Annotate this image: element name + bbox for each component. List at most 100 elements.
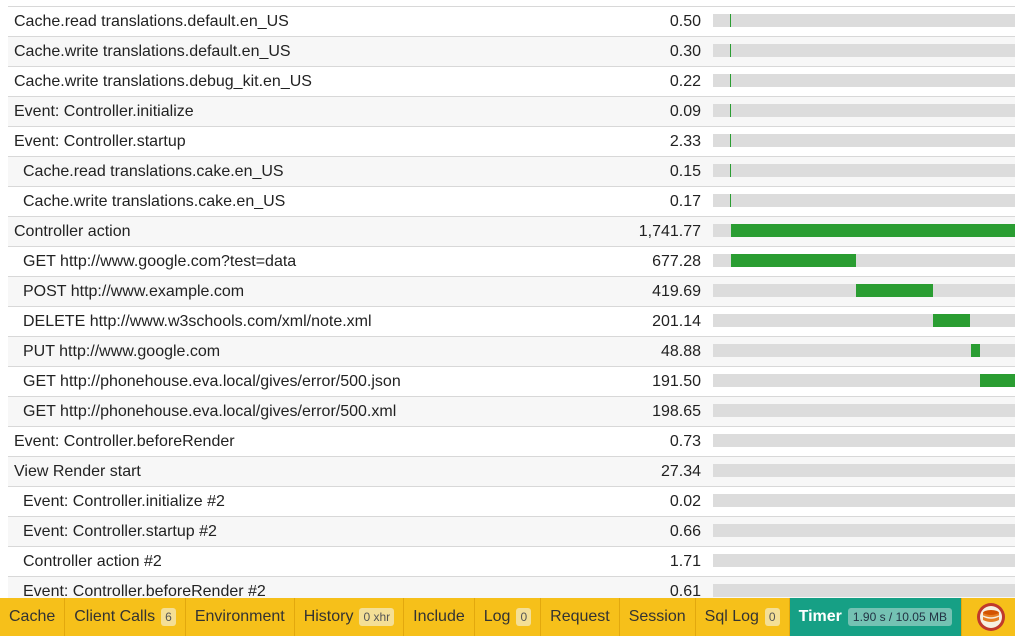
timeline-event-label: Controller action #2 — [23, 553, 162, 570]
timeline-bar — [980, 374, 1015, 387]
timer-timeline: Cache.read translations.default.en_US 0.5… — [8, 6, 1015, 606]
timeline-event-duration: 0.15 — [669, 163, 701, 180]
timeline-bar — [933, 314, 970, 327]
tab-request[interactable]: Request — [541, 598, 620, 636]
tab-label: Client Calls — [74, 608, 156, 625]
timeline-track — [713, 134, 1015, 147]
timeline-event-label: DELETE http://www.w3schools.com/xml/note… — [23, 313, 372, 330]
timeline-track — [713, 584, 1015, 597]
tab-badge: 0 — [516, 608, 532, 626]
timeline-event-duration: 419.69 — [652, 283, 701, 300]
tab-label: History — [303, 608, 354, 625]
timeline-row: Controller action 1,741.77 — [8, 216, 1015, 246]
timeline-row: Event: Controller.beforeRender 0.73 — [8, 426, 1015, 456]
timeline-track — [713, 314, 1015, 327]
timeline-event-duration: 0.22 — [669, 73, 701, 90]
timeline-event-duration: 2.33 — [669, 133, 701, 150]
timeline-track — [713, 554, 1015, 567]
timeline-bar — [730, 104, 731, 117]
timeline-row: Event: Controller.startup #2 0.66 — [8, 516, 1015, 546]
tab-label: Request — [550, 608, 610, 625]
timeline-bar — [971, 344, 980, 357]
timeline-event-duration: 48.88 — [660, 343, 701, 360]
timeline-event-duration: 0.50 — [669, 13, 701, 30]
tab-badge: 0 xhr — [359, 608, 395, 626]
tab-cache[interactable]: Cache — [0, 598, 66, 636]
tab-log[interactable]: Log 0 — [475, 598, 542, 636]
tab-label: Cache — [9, 608, 56, 625]
tab-environment[interactable]: Environment — [186, 598, 295, 636]
timeline-event-duration: 1.71 — [669, 553, 701, 570]
timeline-bar — [730, 14, 731, 27]
tab-client-calls[interactable]: Client Calls 6 — [65, 598, 186, 636]
tab-timer[interactable]: Timer 1.90 s / 10.05 MB — [789, 598, 962, 636]
timeline-event-duration: 0.09 — [669, 103, 701, 120]
timeline-row: DELETE http://www.w3schools.com/xml/note… — [8, 306, 1015, 336]
timeline-bar — [731, 224, 1015, 237]
timeline-track — [713, 374, 1015, 387]
timeline-event-duration: 1,741.77 — [638, 223, 701, 240]
timeline-bar — [731, 254, 856, 267]
timeline-row: Cache.write translations.cake.en_US 0.17 — [8, 186, 1015, 216]
timeline-event-duration: 0.30 — [669, 43, 701, 60]
timeline-row: Cache.read translations.default.en_US 0.5… — [8, 6, 1015, 36]
timeline-track — [713, 434, 1015, 447]
timeline-track — [713, 224, 1015, 237]
timeline-bar — [730, 194, 731, 207]
timeline-row: GET http://phonehouse.eva.local/gives/er… — [8, 396, 1015, 426]
timeline-row: POST http://www.example.com 419.69 — [8, 276, 1015, 306]
toolbar-tabs: Cache Client Calls 6 Environment History 0 xh… — [0, 598, 962, 636]
tab-label: Log — [483, 608, 511, 625]
timeline-bar — [730, 134, 731, 147]
timeline-bar — [730, 44, 731, 57]
timeline-track — [713, 164, 1015, 177]
timeline-track — [713, 284, 1015, 297]
timeline-track — [713, 254, 1015, 267]
timeline-event-duration: 0.66 — [669, 523, 701, 540]
timeline-bar — [856, 284, 933, 297]
timeline-event-label: Event: Controller.startup — [14, 133, 186, 150]
timeline-event-label: Cache.write translations.default.en_US — [14, 43, 291, 60]
tab-label: Environment — [194, 608, 285, 625]
timeline-row: Cache.read translations.cake.en_US 0.15 — [8, 156, 1015, 186]
timeline-track — [713, 464, 1015, 477]
tab-history[interactable]: History 0 xhr — [295, 598, 405, 636]
tab-badge: 6 — [161, 608, 176, 626]
tab-badge: 1.90 s / 10.05 MB — [847, 608, 952, 626]
timeline-track — [713, 44, 1015, 57]
toolbar-toggle[interactable] — [967, 598, 1015, 636]
timeline-event-label: GET http://phonehouse.eva.local/gives/er… — [23, 373, 401, 390]
timeline-event-label: GET http://phonehouse.eva.local/gives/er… — [23, 403, 397, 420]
timeline-event-label: Cache.read translations.default.en_US — [14, 13, 289, 30]
timeline-track — [713, 524, 1015, 537]
timeline-event-label: View Render start — [14, 463, 141, 480]
timeline-track — [713, 74, 1015, 87]
timeline-event-label: Event: Controller.initialize — [14, 103, 194, 120]
tab-session[interactable]: Session — [620, 598, 696, 636]
tab-include[interactable]: Include — [404, 598, 475, 636]
timeline-event-duration: 191.50 — [652, 373, 701, 390]
debug-toolbar: Cache Client Calls 6 Environment History 0 xh… — [0, 598, 1015, 636]
timeline-event-label: POST http://www.example.com — [23, 283, 245, 300]
timeline-event-duration: 0.02 — [669, 493, 701, 510]
timeline-row: GET http://www.google.com?test=data 677.2… — [8, 246, 1015, 276]
timeline-event-duration: 0.17 — [669, 193, 701, 210]
timeline-event-duration: 201.14 — [652, 313, 701, 330]
timeline-row: Cache.write translations.debug_kit.en_US… — [8, 66, 1015, 96]
tab-sql-log[interactable]: Sql Log 0 — [696, 598, 790, 636]
timeline-row: Event: Controller.startup 2.33 — [8, 126, 1015, 156]
timeline-event-label: Event: Controller.beforeRender — [14, 433, 235, 450]
cakephp-logo-icon — [977, 603, 1005, 631]
timeline-bar — [730, 164, 731, 177]
timeline-row: Event: Controller.initialize #2 0.02 — [8, 486, 1015, 516]
timeline-event-duration: 198.65 — [652, 403, 701, 420]
timeline-event-duration: 0.73 — [669, 433, 701, 450]
timeline-event-label: Cache.write translations.debug_kit.en_US — [14, 73, 312, 90]
timeline-event-label: Controller action — [14, 223, 131, 240]
timeline-event-duration: 677.28 — [652, 253, 701, 270]
tab-label: Session — [628, 608, 686, 625]
tab-label: Timer — [798, 608, 842, 625]
timeline-row: GET http://phonehouse.eva.local/gives/er… — [8, 366, 1015, 396]
timeline-bar — [730, 74, 731, 87]
timeline-event-label: GET http://www.google.com?test=data — [23, 253, 297, 270]
